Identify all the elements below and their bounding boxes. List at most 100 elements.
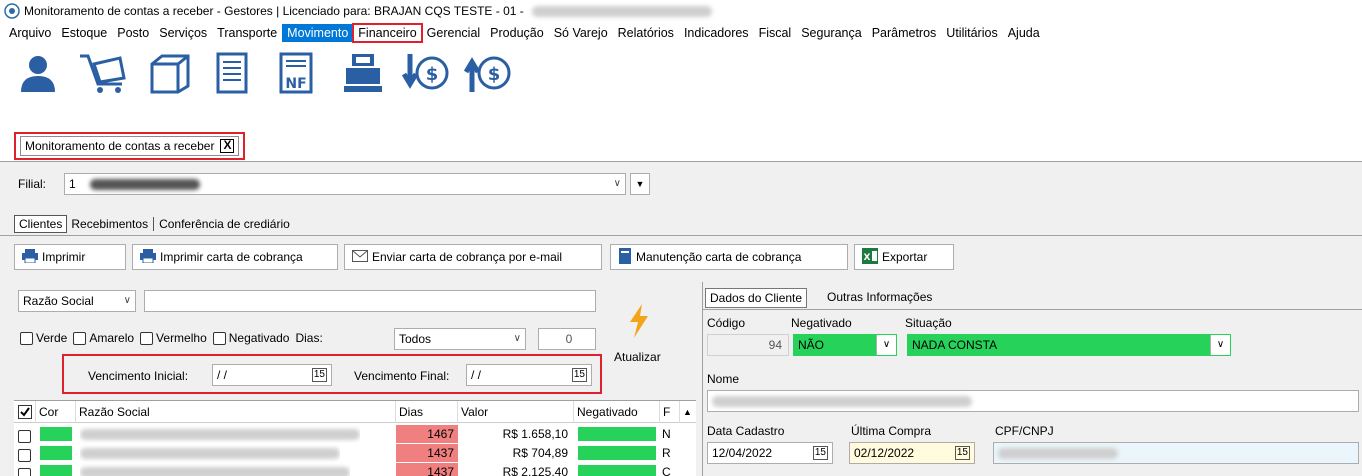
venc-inicial-input[interactable]: / / 15: [212, 364, 332, 386]
menu-financeiro[interactable]: Financeiro: [352, 23, 423, 43]
calendar-icon[interactable]: 15: [812, 446, 828, 460]
menu-utilitarios[interactable]: Utilitários: [941, 24, 1002, 42]
col-valor[interactable]: Valor: [458, 401, 574, 423]
menu-seguranca[interactable]: Segurança: [796, 24, 866, 42]
row-checkbox[interactable]: [18, 430, 31, 444]
print-button[interactable]: Imprimir: [14, 244, 126, 270]
row-color: [40, 427, 72, 441]
document-icon[interactable]: [214, 52, 250, 94]
ultima-compra-value: 02/12/2022: [854, 446, 915, 460]
venc-final-label: Vencimento Final:: [354, 369, 450, 383]
menu-posto[interactable]: Posto: [112, 24, 154, 42]
dias-number-input[interactable]: 0: [538, 328, 596, 350]
nf-icon[interactable]: NF: [278, 52, 314, 94]
redacted-name: [80, 463, 350, 476]
calendar-icon[interactable]: 15: [571, 368, 587, 382]
col-razao-social[interactable]: Razão Social: [76, 401, 396, 423]
filial-dropdown-button[interactable]: ▼: [630, 173, 650, 195]
codigo-field[interactable]: 94: [707, 334, 789, 356]
search-by-select[interactable]: Razão Social ∨: [18, 290, 136, 312]
calendar-icon[interactable]: 15: [311, 368, 327, 382]
redacted-text: [89, 178, 200, 190]
table-row[interactable]: 1467 R$ 1.658,10 N: [14, 425, 696, 444]
data-cadastro-label: Data Cadastro: [707, 424, 785, 438]
grid-header: Cor Razão Social Dias Valor Negativado F…: [14, 401, 696, 423]
checkbox-box: [212, 332, 226, 346]
email-letter-button[interactable]: Enviar carta de cobrança por e-mail: [344, 244, 602, 270]
tab-conferencia[interactable]: Conferência de crediário: [155, 216, 294, 232]
col-negativado[interactable]: Negativado: [574, 401, 660, 423]
vermelho-label: Vermelho: [156, 331, 207, 345]
menu-bar: Arquivo Estoque Posto Serviços Transport…: [0, 22, 1362, 44]
menu-arquivo[interactable]: Arquivo: [4, 24, 56, 42]
cpf-cnpj-label: CPF/CNPJ: [995, 424, 1054, 438]
menu-transporte[interactable]: Transporte: [212, 24, 282, 42]
search-input[interactable]: [144, 290, 596, 312]
menu-estoque[interactable]: Estoque: [56, 24, 112, 42]
export-button[interactable]: X Exportar: [854, 244, 954, 270]
svg-text:$: $: [488, 64, 501, 85]
vermelho-checkbox[interactable]: Vermelho: [140, 331, 207, 346]
menu-fiscal[interactable]: Fiscal: [754, 24, 797, 42]
tab-outras-informacoes[interactable]: Outras Informações: [823, 288, 936, 308]
menu-indicadores[interactable]: Indicadores: [679, 24, 754, 42]
chevron-down-icon: ∨: [123, 295, 131, 306]
col-f[interactable]: F: [660, 401, 680, 423]
dias-select[interactable]: Todos ∨: [394, 328, 526, 350]
row-negativado: [578, 427, 656, 441]
col-cor[interactable]: Cor: [36, 401, 76, 423]
clients-grid: Cor Razão Social Dias Valor Negativado F…: [14, 400, 696, 476]
menu-so-varejo[interactable]: Só Varejo: [549, 24, 613, 42]
menu-parametros[interactable]: Parâmetros: [867, 24, 942, 42]
venc-inicial-value: / /: [217, 368, 228, 382]
ultima-compra-field[interactable]: 02/12/2022 15: [849, 442, 975, 464]
pay-down-icon[interactable]: $: [401, 52, 450, 94]
row-color: [40, 465, 72, 476]
tab-dados-cliente[interactable]: Dados do Cliente: [705, 288, 808, 308]
search-by-value: Razão Social: [23, 294, 94, 308]
filial-select[interactable]: 1 ∨: [64, 173, 626, 195]
menu-servicos[interactable]: Serviços: [154, 24, 212, 42]
menu-movimento[interactable]: Movimento: [282, 24, 354, 42]
col-dias[interactable]: Dias: [396, 401, 458, 423]
print-letter-button[interactable]: Imprimir carta de cobrança: [132, 244, 338, 270]
menu-ajuda[interactable]: Ajuda: [1003, 24, 1045, 42]
cpf-cnpj-field[interactable]: [993, 442, 1359, 464]
lightning-icon[interactable]: [626, 304, 652, 341]
menu-relatorios[interactable]: Relatórios: [613, 24, 679, 42]
negativado-select[interactable]: NÃO ∨: [793, 334, 897, 356]
menu-producao[interactable]: Produção: [485, 24, 549, 42]
close-icon[interactable]: X: [220, 139, 235, 153]
dias-label: Dias:: [295, 331, 323, 346]
user-icon[interactable]: [18, 52, 55, 94]
amarelo-checkbox[interactable]: Amarelo: [73, 331, 134, 346]
situacao-select[interactable]: NADA CONSTA ∨: [907, 334, 1231, 356]
nome-field[interactable]: [707, 390, 1359, 412]
receive-up-icon[interactable]: $: [463, 52, 512, 94]
table-row[interactable]: 1437 R$ 704,89 R: [14, 444, 696, 463]
row-checkbox[interactable]: [18, 468, 31, 476]
letter-maintenance-button[interactable]: Manutenção carta de cobrança: [610, 244, 848, 270]
cart-icon[interactable]: [78, 52, 128, 94]
printer-icon: [22, 248, 38, 266]
data-cadastro-field[interactable]: 12/04/2022 15: [707, 442, 833, 464]
box-icon[interactable]: [148, 52, 192, 94]
tab-monitoramento[interactable]: Monitoramento de contas a receber X: [14, 132, 246, 160]
table-row[interactable]: 1437 R$ 2.125,40 C: [14, 463, 696, 476]
atualizar-button[interactable]: Atualizar: [614, 350, 661, 364]
row-checkbox[interactable]: [18, 449, 31, 463]
venc-final-input[interactable]: / / 15: [466, 364, 592, 386]
tab-recebimentos[interactable]: Recebimentos: [67, 216, 152, 232]
tab-clientes[interactable]: Clientes: [14, 215, 68, 233]
chevron-down-icon: ∨: [1210, 335, 1230, 355]
select-all-checkbox[interactable]: [14, 401, 36, 423]
toolbar: NF $ $: [0, 44, 1362, 128]
scroll-up-arrow[interactable]: ▲: [680, 401, 696, 423]
window-title: Monitoramento de contas a receber - Gest…: [24, 4, 524, 18]
verde-checkbox[interactable]: Verde: [20, 331, 67, 346]
negativado-checkbox[interactable]: Negativado: [212, 331, 289, 346]
subtabs: Clientes Recebimentos Conferência de cre…: [14, 214, 294, 234]
cash-register-icon[interactable]: [342, 52, 384, 94]
menu-gerencial[interactable]: Gerencial: [422, 24, 486, 42]
calendar-icon[interactable]: 15: [954, 446, 970, 460]
